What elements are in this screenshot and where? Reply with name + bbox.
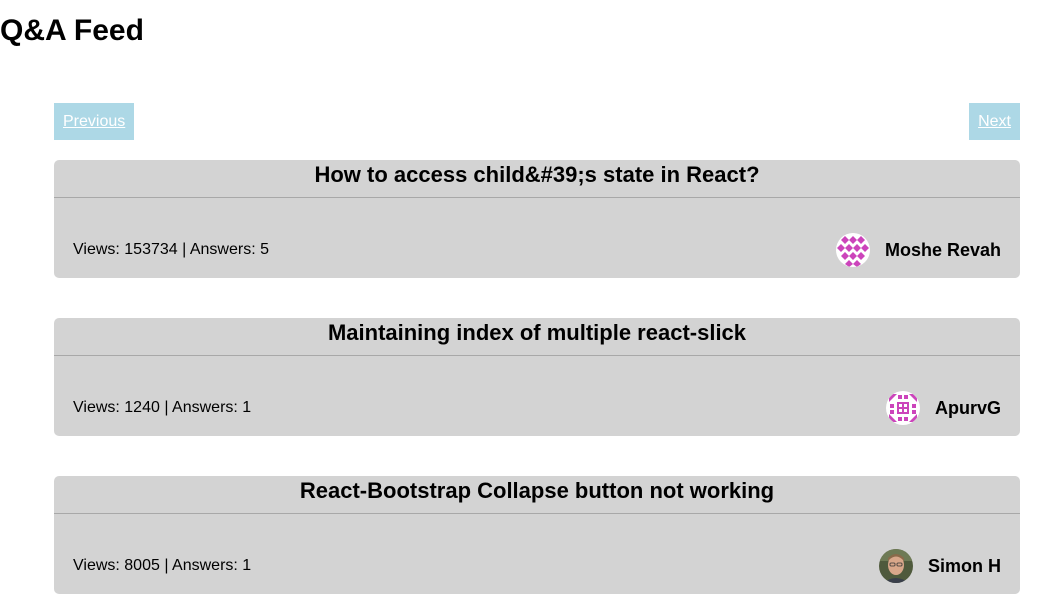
author: ApurvG bbox=[885, 391, 1001, 425]
author-name[interactable]: Moshe Revah bbox=[885, 239, 1001, 261]
views-count: 153734 bbox=[124, 241, 178, 258]
views-label: Views: bbox=[73, 557, 125, 574]
identicon-avatar-icon bbox=[835, 233, 870, 267]
question-title[interactable]: Maintaining index of multiple react-slic… bbox=[54, 318, 1020, 356]
question-card: Maintaining index of multiple react-slic… bbox=[54, 318, 1020, 436]
answers-count: 1 bbox=[242, 557, 252, 574]
page-title: Q&A Feed bbox=[0, 14, 144, 47]
previous-button[interactable]: Previous bbox=[54, 103, 135, 140]
author-name[interactable]: Simon H bbox=[928, 555, 1001, 577]
author-name[interactable]: ApurvG bbox=[935, 397, 1001, 419]
question-card: React-Bootstrap Collapse button not work… bbox=[54, 476, 1020, 594]
answers-label: Answers: bbox=[172, 399, 243, 416]
answers-count: 5 bbox=[260, 241, 269, 258]
author: Simon H bbox=[878, 549, 1001, 583]
question-title[interactable]: React-Bootstrap Collapse button not work… bbox=[54, 476, 1020, 514]
identicon-avatar-icon bbox=[885, 391, 920, 425]
question-card: How to access child&#39;s state in React… bbox=[54, 160, 1020, 278]
views-count: 8005 bbox=[124, 557, 160, 574]
next-button[interactable]: Next bbox=[969, 103, 1020, 140]
photo-avatar-icon bbox=[878, 549, 913, 583]
views-label: Views: bbox=[73, 399, 125, 416]
stats-separator: | bbox=[159, 557, 173, 574]
answers-label: Answers: bbox=[189, 241, 261, 258]
views-count: 1240 bbox=[124, 399, 160, 416]
views-label: Views: bbox=[73, 241, 125, 258]
question-stats: Views: 153734 | Answers: 5 bbox=[73, 240, 269, 260]
stats-separator: | bbox=[177, 241, 190, 258]
answers-count: 1 bbox=[242, 399, 252, 416]
answers-label: Answers: bbox=[172, 557, 243, 574]
author: Moshe Revah bbox=[835, 233, 1001, 267]
question-title[interactable]: How to access child&#39;s state in React… bbox=[54, 160, 1020, 198]
question-stats: Views: 8005 | Answers: 1 bbox=[73, 556, 251, 576]
stats-separator: | bbox=[159, 399, 173, 416]
question-stats: Views: 1240 | Answers: 1 bbox=[73, 398, 251, 418]
pagination: Previous Next bbox=[54, 103, 1020, 140]
